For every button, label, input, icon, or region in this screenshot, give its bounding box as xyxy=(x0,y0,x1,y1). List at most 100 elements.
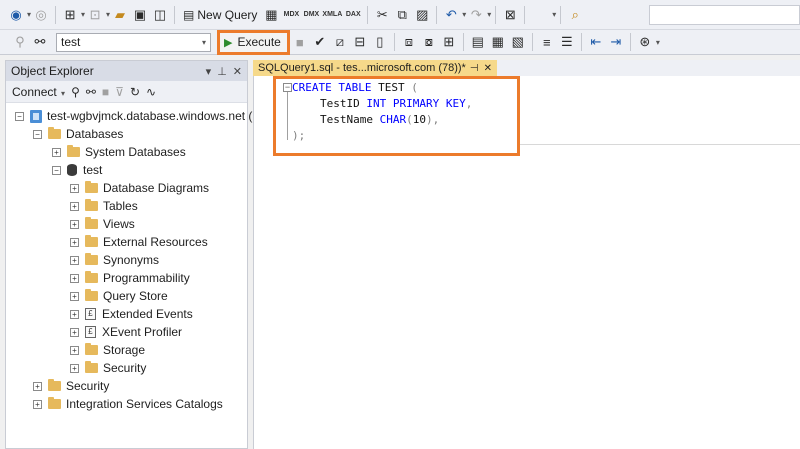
folder-icon xyxy=(48,379,61,391)
execute-button[interactable]: ▶ Execute xyxy=(217,29,290,55)
expand-icon[interactable]: + xyxy=(70,291,79,301)
results-to-file-icon[interactable]: ▧ xyxy=(509,31,527,53)
find-in-files-icon[interactable]: ⌕ xyxy=(566,4,584,26)
window-position-dropdown-icon[interactable]: ▾ xyxy=(206,65,212,78)
tree-node-external-resources[interactable]: + External Resources xyxy=(70,233,208,251)
undo-icon[interactable]: ↶ xyxy=(442,4,460,26)
tree-node-xevent-profiler[interactable]: + £ XEvent Profiler xyxy=(70,323,182,341)
back-dropdown-icon[interactable]: ▾ xyxy=(27,10,31,19)
toolbar-separator xyxy=(524,5,526,24)
increase-indent-icon[interactable]: ⇥ xyxy=(607,31,625,53)
tree-node-system-databases[interactable]: + System Databases xyxy=(52,143,186,161)
activity-monitor-icon[interactable]: ⊠ xyxy=(501,4,519,26)
redo-dropdown-icon[interactable]: ▾ xyxy=(487,10,491,19)
toolbar-options-dropdown-icon[interactable]: ▾ xyxy=(656,38,660,47)
quick-find-input[interactable] xyxy=(649,5,800,25)
expand-icon[interactable]: + xyxy=(70,183,79,193)
stop-icon[interactable]: ■ xyxy=(102,85,109,99)
tree-node-server[interactable]: − test-wgbvjmck.database.windows.net ( xyxy=(15,107,252,125)
disconnect-icon[interactable]: ⚯ xyxy=(86,85,96,99)
dax-query-icon[interactable]: DAX xyxy=(344,4,362,26)
expand-icon[interactable]: + xyxy=(70,201,79,211)
query-options-icon[interactable]: ⊟ xyxy=(351,31,369,53)
pin-icon[interactable]: ⊥ xyxy=(217,65,227,78)
xmla-query-icon[interactable]: XMLA xyxy=(322,4,342,26)
pin-icon[interactable]: ⊣ xyxy=(470,63,479,74)
include-actual-plan-icon[interactable]: ⧈ xyxy=(400,31,418,53)
specify-template-values-icon[interactable]: ⊛ xyxy=(636,31,654,53)
database-engine-query-icon[interactable]: ▦ xyxy=(262,4,280,26)
copy-icon[interactable]: ⧉ xyxy=(393,4,411,26)
change-connection-icon[interactable]: ⚯ xyxy=(31,31,49,53)
tab-sqlquery1[interactable]: SQLQuery1.sql - tes...microsoft.com (78)… xyxy=(253,60,497,76)
object-explorer-title: Object Explorer xyxy=(11,64,94,78)
available-databases-combo[interactable]: test ▾ xyxy=(56,32,211,52)
open-file-icon[interactable]: ▰ xyxy=(111,4,129,26)
tree-node-database-security[interactable]: + Security xyxy=(70,359,146,377)
stop-icon[interactable]: ■ xyxy=(291,31,309,53)
parse-checkmark-icon[interactable]: ✔ xyxy=(311,31,329,53)
display-estimated-plan-icon[interactable]: ⧄ xyxy=(331,31,349,53)
collapse-icon[interactable]: − xyxy=(15,111,24,121)
collapse-icon[interactable]: − xyxy=(52,165,61,175)
tree-node-database-diagrams[interactable]: + Database Diagrams xyxy=(70,179,209,197)
paste-icon[interactable]: ▨ xyxy=(413,4,431,26)
redo-icon[interactable]: ↷ xyxy=(467,4,485,26)
solution-configurations-dropdown-icon[interactable]: ▾ xyxy=(552,10,556,19)
expand-icon[interactable]: + xyxy=(70,345,79,355)
tree-node-programmability[interactable]: + Programmability xyxy=(70,269,190,287)
expand-icon[interactable]: + xyxy=(70,327,79,337)
uncomment-icon[interactable]: ☰ xyxy=(558,31,576,53)
tree-node-query-store[interactable]: + Query Store xyxy=(70,287,168,305)
tree-node-integration-services-catalogs[interactable]: + Integration Services Catalogs xyxy=(33,395,223,413)
expand-icon[interactable]: + xyxy=(52,147,61,157)
tree-node-extended-events[interactable]: + £ Extended Events xyxy=(70,305,193,323)
forward-icon[interactable]: ◎ xyxy=(32,4,50,26)
filter-icon[interactable]: ⊽ xyxy=(115,85,124,99)
mdx-query-icon[interactable]: MDX xyxy=(282,4,300,26)
intellisense-icon[interactable]: ▯ xyxy=(371,31,389,53)
expand-icon[interactable]: + xyxy=(70,273,79,283)
tree-node-databases[interactable]: − Databases xyxy=(33,125,123,143)
expand-icon[interactable]: + xyxy=(70,363,79,373)
results-to-text-icon[interactable]: ▤ xyxy=(469,31,487,53)
connect-icon[interactable]: ⚲ xyxy=(11,31,29,53)
expand-icon[interactable]: + xyxy=(33,399,42,409)
refresh-icon[interactable]: ↻ xyxy=(130,85,140,99)
expand-icon[interactable]: + xyxy=(70,237,79,247)
save-icon[interactable]: ▣ xyxy=(131,4,149,26)
add-item-dropdown-icon[interactable]: ▾ xyxy=(106,10,110,19)
expand-icon[interactable]: + xyxy=(33,381,42,391)
collapse-icon[interactable]: − xyxy=(33,129,42,139)
query-editor[interactable]: − CREATE TABLE TEST ( TestID INT PRIMARY… xyxy=(253,76,800,449)
connect-button[interactable]: Connect ▾ xyxy=(12,85,65,99)
live-query-statistics-icon[interactable]: ⧇ xyxy=(420,31,438,53)
undo-dropdown-icon[interactable]: ▾ xyxy=(462,10,466,19)
tree-node-views[interactable]: + Views xyxy=(70,215,135,233)
tree-node-server-security[interactable]: + Security xyxy=(33,377,109,395)
new-project-dropdown-icon[interactable]: ▾ xyxy=(81,10,85,19)
results-to-grid-icon[interactable]: ▦ xyxy=(489,31,507,53)
expand-icon[interactable]: + xyxy=(70,219,79,229)
tree-node-storage[interactable]: + Storage xyxy=(70,341,145,359)
add-item-icon[interactable]: ⊡ xyxy=(86,4,104,26)
expand-icon[interactable]: + xyxy=(70,255,79,265)
expand-icon[interactable]: + xyxy=(70,309,79,319)
new-project-icon[interactable]: ⊞ xyxy=(61,4,79,26)
comment-out-icon[interactable]: ≡ xyxy=(538,31,556,53)
connect-plug-icon[interactable]: ⚲ xyxy=(71,85,80,99)
activity-monitor-icon[interactable]: ∿ xyxy=(146,85,156,99)
tree-node-test-database[interactable]: − test xyxy=(52,161,102,179)
dmx-query-icon[interactable]: DMX xyxy=(302,4,320,26)
close-icon[interactable]: ✕ xyxy=(484,63,492,74)
close-icon[interactable]: ✕ xyxy=(233,65,242,78)
decrease-indent-icon[interactable]: ⇤ xyxy=(587,31,605,53)
tree-node-tables[interactable]: + Tables xyxy=(70,197,138,215)
cut-icon[interactable]: ✂ xyxy=(373,4,391,26)
client-statistics-icon[interactable]: ⊞ xyxy=(440,31,458,53)
save-all-icon[interactable]: ◫ xyxy=(151,4,169,26)
new-query-button[interactable]: ▤ New Query xyxy=(179,4,261,26)
folder-icon xyxy=(67,145,80,157)
back-icon[interactable]: ◉ xyxy=(7,4,25,26)
tree-node-synonyms[interactable]: + Synonyms xyxy=(70,251,159,269)
